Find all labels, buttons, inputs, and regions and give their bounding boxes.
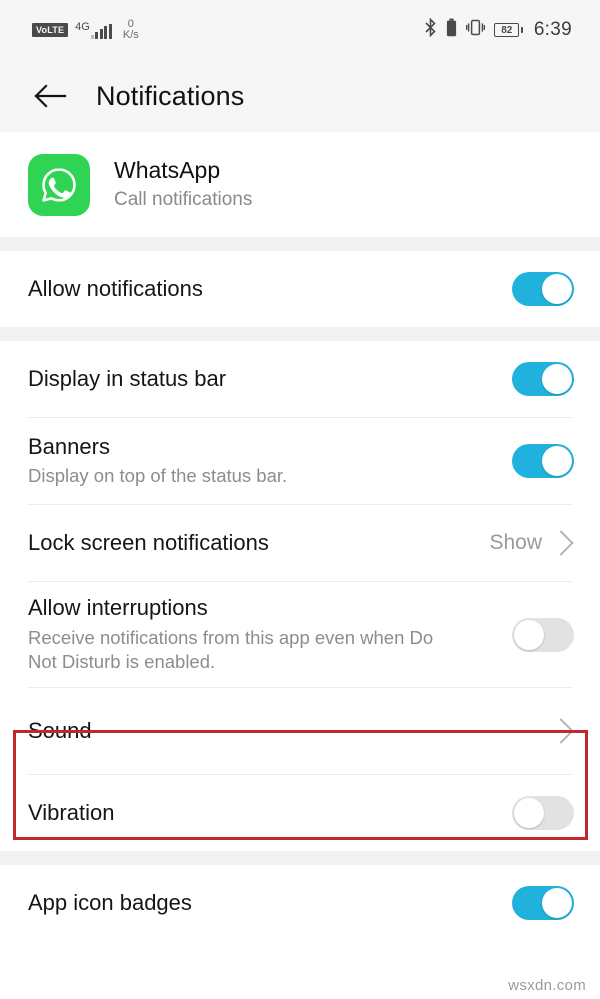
row-control bbox=[512, 796, 574, 830]
toggle-knob bbox=[542, 364, 572, 394]
toggle-knob bbox=[542, 274, 572, 304]
volte-icon: VoLTE bbox=[32, 23, 69, 37]
setting-row-allow-notifications[interactable]: Allow notifications bbox=[0, 251, 600, 327]
toggle-display-in-status-bar[interactable] bbox=[512, 362, 574, 396]
setting-title: Lock screen notifications bbox=[28, 529, 269, 555]
setting-row-banners[interactable]: Banners Display on top of the status bar… bbox=[0, 418, 600, 504]
signal-strength-icon: 4G bbox=[75, 20, 112, 39]
setting-title: Allow interruptions bbox=[28, 594, 208, 620]
bluetooth-icon bbox=[424, 17, 437, 42]
data-speed-unit: K/s bbox=[122, 29, 139, 41]
page-title: Notifications bbox=[96, 80, 245, 111]
setting-row-sound[interactable]: Sound bbox=[0, 688, 600, 774]
setting-title: Vibration bbox=[28, 799, 115, 825]
toggle-knob bbox=[514, 619, 544, 650]
watermark: wsxdn.com bbox=[508, 977, 586, 994]
row-control bbox=[512, 362, 574, 396]
app-header-texts: WhatsApp Call notifications bbox=[114, 156, 252, 212]
battery-solid-icon bbox=[446, 18, 457, 42]
battery-percent-label: 82 bbox=[494, 23, 520, 37]
row-labels: App icon badges bbox=[28, 889, 206, 918]
settings-group-display: Display in status bar Banners Display on… bbox=[0, 341, 600, 851]
status-bar: VoLTE 4G 0 K/s 82 6:39 bbox=[0, 0, 600, 60]
setting-value: Show bbox=[489, 531, 542, 554]
toggle-knob bbox=[514, 798, 544, 828]
toggle-knob bbox=[542, 446, 572, 476]
row-control bbox=[512, 886, 574, 920]
row-labels: Display in status bar bbox=[28, 365, 240, 394]
app-name: WhatsApp bbox=[114, 157, 221, 184]
phone-screen: VoLTE 4G 0 K/s 82 6:39 Notifications Wha… bbox=[0, 0, 600, 999]
toggle-allow-notifications[interactable] bbox=[512, 272, 574, 306]
toggle-knob bbox=[542, 888, 572, 918]
setting-title: Display in status bar bbox=[28, 365, 227, 391]
row-control bbox=[512, 272, 574, 306]
setting-row-app-icon-badges[interactable]: App icon badges bbox=[0, 865, 600, 941]
setting-title: App icon badges bbox=[28, 889, 192, 915]
setting-row-vibration[interactable]: Vibration bbox=[0, 775, 600, 851]
app-channel-name: Call notifications bbox=[114, 189, 253, 211]
settings-group-master: Allow notifications bbox=[0, 251, 600, 327]
battery-cap bbox=[520, 27, 523, 33]
status-bar-left: VoLTE 4G 0 K/s bbox=[32, 18, 139, 41]
setting-subtitle: Receive notifications from this app even… bbox=[28, 626, 434, 673]
signal-bars-icon bbox=[90, 23, 112, 39]
toggle-vibration[interactable] bbox=[512, 796, 574, 830]
row-labels: Lock screen notifications bbox=[28, 529, 283, 558]
app-header: WhatsApp Call notifications bbox=[0, 132, 600, 237]
status-bar-right: 82 6:39 bbox=[424, 17, 572, 42]
setting-subtitle: Display on top of the status bar. bbox=[28, 465, 288, 487]
battery-percent-icon: 82 bbox=[494, 23, 523, 37]
setting-title: Sound bbox=[28, 717, 92, 743]
data-speed-indicator: 0 K/s bbox=[122, 18, 139, 41]
clock: 6:39 bbox=[533, 19, 572, 40]
toggle-banners[interactable] bbox=[512, 444, 574, 478]
row-control bbox=[548, 718, 574, 744]
section-gap bbox=[0, 851, 600, 865]
whatsapp-icon bbox=[28, 153, 90, 216]
row-labels: Allow notifications bbox=[28, 275, 217, 304]
app-bar: Notifications bbox=[0, 60, 600, 132]
row-labels: Sound bbox=[28, 717, 106, 746]
vibrate-icon bbox=[466, 18, 486, 42]
toggle-allow-interruptions[interactable] bbox=[512, 617, 574, 652]
setting-title: Allow notifications bbox=[28, 275, 203, 301]
toggle-app-icon-badges[interactable] bbox=[512, 886, 574, 920]
setting-title: Banners bbox=[28, 433, 110, 459]
section-gap bbox=[0, 327, 600, 341]
settings-group-badges: App icon badges bbox=[0, 865, 600, 941]
row-control bbox=[512, 617, 574, 652]
chevron-right-icon bbox=[548, 530, 574, 556]
row-labels: Vibration bbox=[28, 799, 128, 828]
back-arrow-icon[interactable] bbox=[30, 76, 70, 116]
chevron-right-icon bbox=[548, 718, 574, 744]
row-labels: Banners Display on top of the status bar… bbox=[28, 433, 301, 489]
row-control: Show bbox=[489, 530, 574, 556]
row-control bbox=[512, 444, 574, 478]
network-type-label: 4G bbox=[75, 20, 90, 33]
row-labels: Allow interruptions Receive notification… bbox=[28, 594, 472, 675]
section-gap bbox=[0, 237, 600, 251]
setting-row-lock-screen-notifications[interactable]: Lock screen notifications Show bbox=[0, 505, 600, 581]
setting-row-allow-interruptions[interactable]: Allow interruptions Receive notification… bbox=[0, 582, 600, 687]
setting-row-display-in-status-bar[interactable]: Display in status bar bbox=[0, 341, 600, 417]
